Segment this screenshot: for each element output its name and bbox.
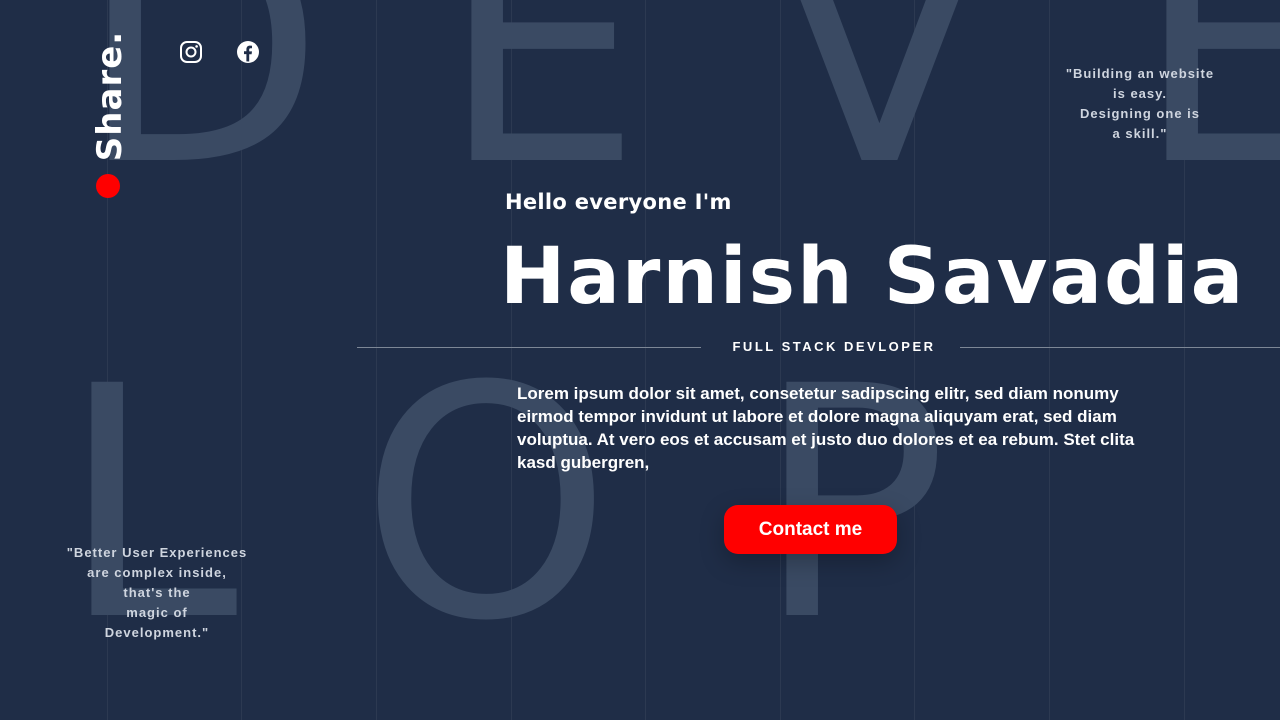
facebook-icon[interactable] [236, 40, 260, 64]
bg-letter-v: V [770, 0, 989, 236]
hero-role: FULL STACK DEVLOPER [732, 339, 936, 354]
grid-line [645, 0, 646, 720]
hero-greeting: Hello everyone I'm [505, 190, 732, 214]
instagram-icon[interactable] [179, 40, 203, 64]
contact-me-button[interactable]: Contact me [724, 505, 897, 554]
brand-dot [96, 174, 120, 198]
hero-description: Lorem ipsum dolor sit amet, consetetur s… [517, 384, 1135, 472]
hero-name: Harnish Savadia [500, 232, 1246, 322]
quote-top-right: "Building an website is easy. Designing … [1065, 66, 1215, 141]
brand-logo[interactable]: Share. [90, 31, 130, 161]
quote-bottom-left: "Better User Experiences are complex ins… [66, 545, 248, 640]
bg-letter-e: E [440, 0, 643, 236]
grid-line [1049, 0, 1050, 720]
divider-right [960, 347, 1280, 348]
divider-left [357, 347, 701, 348]
